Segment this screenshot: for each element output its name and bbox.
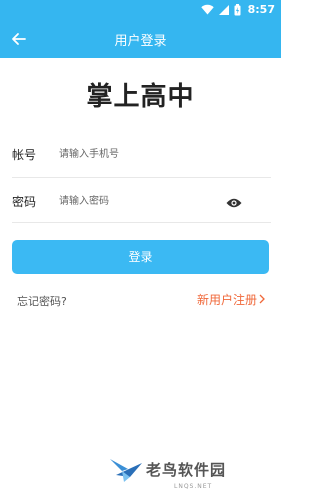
watermark: 老鸟软件园 LNQS.NET bbox=[108, 455, 268, 495]
app-bar: 用户登录 bbox=[0, 20, 281, 58]
watermark-text: 老鸟软件园 bbox=[146, 461, 227, 479]
password-input[interactable] bbox=[59, 191, 219, 211]
page-title: 用户登录 bbox=[114, 34, 167, 49]
status-icons: 8:57 bbox=[200, 3, 275, 16]
password-divider bbox=[12, 222, 271, 223]
account-input[interactable] bbox=[59, 144, 219, 164]
chevron-right-icon bbox=[259, 293, 265, 307]
eye-icon[interactable] bbox=[226, 194, 242, 208]
status-bar: 8:57 bbox=[0, 0, 281, 20]
register-link[interactable]: 新用户注册 bbox=[197, 291, 265, 308]
register-label: 新用户注册 bbox=[196, 293, 257, 307]
battery-icon bbox=[234, 3, 241, 16]
app-name-heading: 掌上高中 bbox=[86, 82, 195, 112]
password-label: 密码 bbox=[12, 195, 37, 209]
wifi-icon bbox=[200, 4, 214, 15]
forgot-password-link[interactable]: 忘记密码? bbox=[17, 293, 67, 309]
watermark-domain: LNQS.NET bbox=[174, 483, 213, 490]
signal-icon bbox=[218, 4, 229, 15]
login-button[interactable]: 登录 bbox=[12, 240, 269, 274]
status-time: 8:57 bbox=[247, 3, 275, 16]
account-label: 帐号 bbox=[12, 148, 37, 162]
bird-logo-icon bbox=[108, 455, 144, 485]
account-divider bbox=[12, 177, 271, 178]
